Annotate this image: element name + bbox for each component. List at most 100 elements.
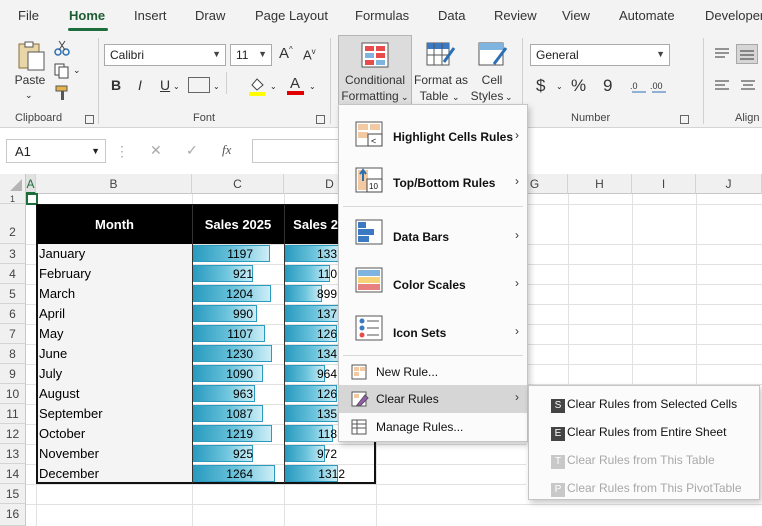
increase-decimal-icon[interactable]: .0: [630, 78, 648, 94]
menu-item-new-rule[interactable]: New Rule...: [339, 359, 527, 385]
cell-month[interactable]: October: [39, 426, 85, 441]
row-header-13[interactable]: 13: [0, 444, 26, 464]
column-header-c[interactable]: C: [192, 174, 284, 194]
row-header-1[interactable]: 1: [0, 194, 26, 204]
format-as-table-label-2[interactable]: Table: [414, 89, 454, 103]
borders-dropdown-icon[interactable]: ⌄: [213, 82, 220, 91]
cell-sales-2024[interactable]: 137: [285, 307, 337, 321]
tab-file[interactable]: File: [18, 8, 39, 23]
tab-page-layout[interactable]: Page Layout: [255, 8, 328, 23]
cell-sales-2024[interactable]: 126: [285, 327, 337, 341]
cell-month[interactable]: April: [39, 306, 65, 321]
row-header-14[interactable]: 14: [0, 464, 26, 484]
font-name-combo[interactable]: Calibri ▼: [104, 44, 226, 66]
decrease-font-size-button[interactable]: Av: [303, 47, 316, 62]
underline-dropdown-icon[interactable]: ⌄: [173, 82, 180, 91]
cut-icon[interactable]: [54, 40, 70, 56]
row-header-8[interactable]: 8: [0, 344, 26, 364]
increase-font-size-button[interactable]: A^: [279, 45, 293, 62]
cell-month[interactable]: August: [39, 386, 79, 401]
accounting-format-button[interactable]: $: [536, 76, 545, 96]
decrease-decimal-icon[interactable]: .00: [650, 78, 668, 94]
cell-sales-2024[interactable]: 134: [285, 347, 337, 361]
font-launcher-icon[interactable]: [316, 115, 325, 124]
row-header-5[interactable]: 5: [0, 284, 26, 304]
tab-insert[interactable]: Insert: [134, 8, 167, 23]
clipboard-launcher-icon[interactable]: [85, 115, 94, 124]
row-header-10[interactable]: 10: [0, 384, 26, 404]
menu-item-top-bottom-rules[interactable]: 10 Top/Bottom Rules ›: [339, 161, 527, 205]
number-launcher-icon[interactable]: [680, 115, 689, 124]
cell-month[interactable]: March: [39, 286, 75, 301]
row-header-4[interactable]: 4: [0, 264, 26, 284]
menu-item-highlight-cells-rules[interactable]: < Highlight Cells Rules ›: [339, 115, 527, 159]
copy-icon[interactable]: [54, 63, 72, 79]
bottom-align-icon[interactable]: [736, 44, 758, 64]
cell-month[interactable]: July: [39, 366, 62, 381]
format-painter-icon[interactable]: [55, 85, 71, 101]
row-header-2[interactable]: 2: [0, 204, 26, 244]
tab-draw[interactable]: Draw: [195, 8, 225, 23]
borders-icon[interactable]: [188, 77, 210, 93]
cell-sales-2024[interactable]: 135: [285, 407, 337, 421]
top-align-icon[interactable]: [713, 46, 731, 62]
formula-input[interactable]: [252, 139, 342, 163]
cell-sales-2024[interactable]: 899: [285, 287, 337, 301]
fill-color-button[interactable]: [248, 76, 266, 96]
cell-sales-2025[interactable]: 1107: [193, 327, 253, 341]
row-header-15[interactable]: 15: [0, 484, 26, 504]
cell-sales-2025[interactable]: 1230: [193, 347, 253, 361]
cell-sales-2024[interactable]: 126: [285, 387, 337, 401]
paste-button[interactable]: [14, 40, 46, 72]
row-header-7[interactable]: 7: [0, 324, 26, 344]
column-header-j[interactable]: J: [696, 174, 762, 194]
column-header-a[interactable]: A: [26, 174, 36, 194]
tab-automate[interactable]: Automate: [619, 8, 675, 23]
cell-month[interactable]: December: [39, 466, 99, 481]
cell-month[interactable]: June: [39, 346, 67, 361]
cell-sales-2025[interactable]: 925: [193, 447, 253, 461]
tab-data[interactable]: Data: [438, 8, 465, 23]
tab-view[interactable]: View: [562, 8, 590, 23]
enter-icon[interactable]: ✓: [186, 142, 198, 159]
tab-home[interactable]: Home: [69, 8, 105, 23]
cell-sales-2024[interactable]: 110: [285, 267, 337, 281]
cell-sales-2025[interactable]: 1197: [193, 247, 253, 261]
cancel-icon[interactable]: ✕: [150, 142, 162, 159]
fill-color-dropdown-icon[interactable]: ⌄: [270, 82, 277, 91]
cell-sales-2025[interactable]: 921: [193, 267, 253, 281]
cell-styles-label-1[interactable]: Cell: [472, 73, 512, 87]
cell-month[interactable]: February: [39, 266, 91, 281]
align-center-icon[interactable]: [739, 78, 757, 94]
submenu-item-clear-selected-cells[interactable]: S Clear Rules from Selected Cells: [529, 390, 759, 418]
submenu-item-clear-entire-sheet[interactable]: E Clear Rules from Entire Sheet: [529, 418, 759, 446]
cell-sales-2025[interactable]: 1219: [193, 427, 253, 441]
number-format-combo[interactable]: General ▼: [530, 44, 670, 66]
cell-month[interactable]: January: [39, 246, 85, 261]
underline-button[interactable]: U: [160, 77, 170, 93]
cell-sales-2024[interactable]: 1312: [285, 467, 345, 481]
tab-developer[interactable]: Developer: [705, 8, 762, 23]
copy-dropdown-icon[interactable]: ⌄: [73, 65, 81, 76]
insert-function-icon[interactable]: fx: [222, 142, 231, 158]
cell-month[interactable]: November: [39, 446, 99, 461]
menu-item-clear-rules[interactable]: Clear Rules ›: [339, 385, 527, 413]
column-header-h[interactable]: H: [568, 174, 632, 194]
cell-styles-label-2[interactable]: Styles: [470, 89, 504, 103]
menu-item-manage-rules[interactable]: Manage Rules...: [339, 413, 527, 441]
row-header-3[interactable]: 3: [0, 244, 26, 264]
font-color-button[interactable]: A: [287, 75, 305, 95]
menu-item-icon-sets[interactable]: Icon Sets ›: [339, 309, 527, 353]
row-header-6[interactable]: 6: [0, 304, 26, 324]
row-header-16[interactable]: 16: [0, 504, 26, 526]
cell-styles-icon[interactable]: [478, 42, 508, 68]
cell-sales-2025[interactable]: 990: [193, 307, 253, 321]
cell-month[interactable]: September: [39, 406, 103, 421]
menu-item-color-scales[interactable]: Color Scales ›: [339, 261, 527, 305]
column-header-i[interactable]: I: [632, 174, 696, 194]
italic-button[interactable]: I: [138, 77, 142, 93]
align-left-icon[interactable]: [713, 78, 731, 94]
column-header-b[interactable]: B: [36, 174, 192, 194]
font-color-dropdown-icon[interactable]: ⌄: [309, 82, 316, 91]
row-header-9[interactable]: 9: [0, 364, 26, 384]
